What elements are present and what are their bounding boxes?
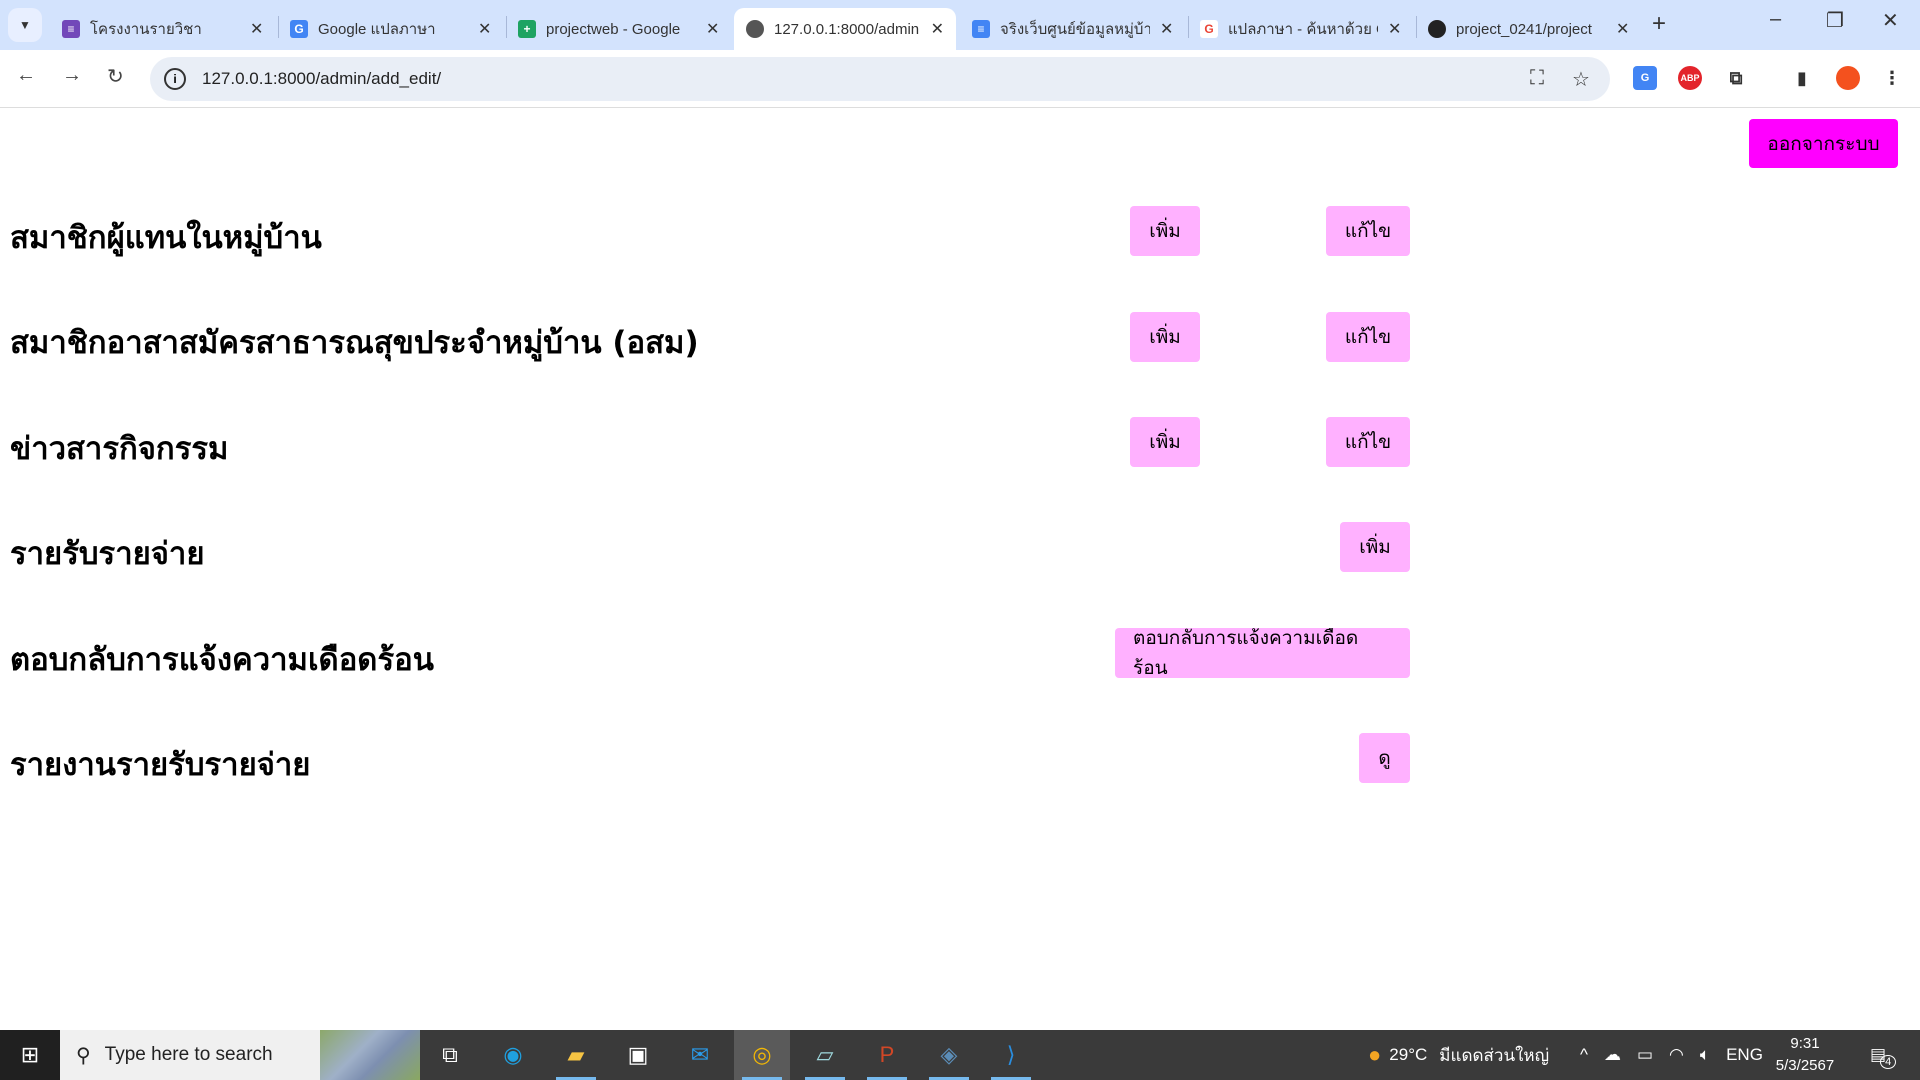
edit-news-button[interactable]: แก้ไข	[1326, 417, 1410, 467]
restore-button[interactable]: ❐	[1826, 8, 1844, 33]
search-highlight-image[interactable]	[320, 1030, 420, 1080]
translate-page-icon[interactable]: ⛶	[1530, 67, 1544, 90]
file-explorer-icon[interactable]: ▰	[548, 1030, 604, 1080]
search-icon: ⚲	[76, 1044, 91, 1067]
notification-center-button[interactable]: ▤ 4	[1870, 1030, 1897, 1080]
github-icon	[1428, 20, 1446, 38]
edit-volunteer-button[interactable]: แก้ไข	[1326, 312, 1410, 362]
input-language[interactable]: ENG	[1726, 1045, 1763, 1065]
close-icon[interactable]: ✕	[1388, 19, 1401, 39]
add-income-expense-button[interactable]: เพิ่ม	[1340, 522, 1410, 572]
section-title-income-expense-report: รายงานรายรับรายจ่าย	[10, 747, 311, 783]
google-translate-icon: G	[290, 20, 308, 38]
tab-label: โครงงานรายวิชา	[90, 21, 202, 38]
close-icon[interactable]: ✕	[931, 19, 944, 39]
notification-count: 4	[1880, 1055, 1897, 1069]
view-report-button[interactable]: ดู	[1359, 733, 1410, 783]
tab-village-info-docs[interactable]: ≡ จริงเว็บศูนย์ข้อมูลหมู่บ้าน ✕	[960, 8, 1185, 50]
section-title-income-expense: รายรับรายจ่าย	[10, 536, 205, 572]
profile-avatar[interactable]	[1836, 66, 1860, 90]
forward-button[interactable]: →	[62, 64, 82, 87]
google-sheets-icon: +	[518, 20, 536, 38]
chrome-icon[interactable]: ◎	[734, 1030, 790, 1080]
tab-github[interactable]: project_0241/project ✕	[1416, 8, 1641, 50]
battery-icon[interactable]: ▭	[1637, 1045, 1653, 1065]
add-volunteer-button[interactable]: เพิ่ม	[1130, 312, 1200, 362]
tab-label: Google แปลภาษา	[318, 21, 436, 38]
close-window-button[interactable]: ✕	[1882, 8, 1899, 33]
tab-label: จริงเว็บศูนย์ข้อมูลหมู่บ้าน	[1000, 21, 1150, 38]
side-panel-icon[interactable]: ▮	[1790, 66, 1814, 90]
logout-button[interactable]: ออกจากระบบ	[1749, 119, 1898, 168]
vscode-icon[interactable]: ⟩	[983, 1030, 1039, 1080]
google-docs-icon: ≡	[972, 20, 990, 38]
task-view-icon[interactable]: ⧉	[422, 1030, 478, 1080]
google-forms-icon: ≡	[62, 20, 80, 38]
weather-sun-cloud-icon: ●	[1368, 1042, 1382, 1067]
mysql-workbench-icon[interactable]: ◈	[921, 1030, 977, 1080]
tab-admin-active[interactable]: 127.0.0.1:8000/admin ✕	[734, 8, 956, 50]
menu-kebab-icon[interactable]: ⋮	[1880, 66, 1904, 90]
show-hidden-icons-chevron[interactable]: ^	[1580, 1045, 1588, 1065]
edit-representative-button[interactable]: แก้ไข	[1326, 206, 1410, 256]
tab-translate-search[interactable]: G แปลภาษา - ค้นหาด้วย G ✕	[1188, 8, 1413, 50]
clock-time: 9:31	[1790, 1035, 1820, 1052]
extensions-puzzle-icon[interactable]: ⧉	[1724, 66, 1748, 90]
tab-course-project[interactable]: ≡ โครงงานรายวิชา ✕	[50, 8, 275, 50]
close-icon[interactable]: ✕	[1160, 19, 1173, 39]
microsoft-store-icon[interactable]: ▣	[610, 1030, 666, 1080]
taskbar-search-box[interactable]: ⚲ Type here to search	[60, 1030, 320, 1080]
adblock-plus-icon[interactable]: ABP	[1678, 66, 1702, 90]
weather-widget[interactable]: ● 29°C มีแดดส่วนใหญ่	[1368, 1030, 1549, 1080]
add-news-button[interactable]: เพิ่ม	[1130, 417, 1200, 467]
new-tab-button[interactable]: +	[1652, 10, 1666, 38]
google-translate-extension-icon[interactable]: G	[1633, 66, 1657, 90]
taskbar-clock[interactable]: 9:31 5/3/2567	[1760, 1033, 1850, 1077]
address-bar[interactable]: i 127.0.0.1:8000/admin/add_edit/ ⛶ ☆	[150, 57, 1610, 101]
browser-toolbar: ← → ↻ i 127.0.0.1:8000/admin/add_edit/ ⛶…	[0, 50, 1920, 108]
tab-label: projectweb - Google	[546, 20, 681, 38]
tab-google-translate[interactable]: G Google แปลภาษา ✕	[278, 8, 503, 50]
back-button[interactable]: ←	[16, 64, 36, 87]
windows-taskbar: ⊞ ⚲ Type here to search ⧉ ◉ ▰ ▣ ✉ ◎ ▱ P …	[0, 1030, 1920, 1080]
mail-icon[interactable]: ✉	[672, 1030, 728, 1080]
edge-icon[interactable]: ◉	[485, 1030, 541, 1080]
search-placeholder: Type here to search	[104, 1044, 273, 1065]
section-title-complaint-reply: ตอบกลับการแจ้งความเดือดร้อน	[10, 642, 434, 678]
bookmark-star-icon[interactable]: ☆	[1572, 67, 1590, 92]
minimize-button[interactable]: –	[1770, 8, 1781, 31]
add-representative-button[interactable]: เพิ่ม	[1130, 206, 1200, 256]
tab-label: แปลภาษา - ค้นหาด้วย G	[1228, 21, 1378, 38]
tab-bar: ▼ ≡ โครงงานรายวิชา ✕ G Google แปลภาษา ✕ …	[0, 0, 1920, 50]
globe-icon	[746, 20, 764, 38]
tab-search-dropdown[interactable]: ▼	[8, 8, 42, 42]
notepad-icon[interactable]: ▱	[797, 1030, 853, 1080]
reply-complaint-button[interactable]: ตอบกลับการแจ้งความเดือดร้อน	[1115, 628, 1410, 679]
url-text[interactable]: 127.0.0.1:8000/admin/add_edit/	[202, 69, 441, 89]
site-info-icon[interactable]: i	[164, 68, 186, 90]
section-title-representatives: สมาชิกผู้แทนในหมู่บ้าน	[10, 220, 322, 256]
tab-label: 127.0.0.1:8000/admin	[774, 20, 920, 38]
close-icon[interactable]: ✕	[1616, 19, 1629, 39]
reload-button[interactable]: ↻	[107, 64, 124, 89]
windows-start-button[interactable]: ⊞	[0, 1030, 60, 1080]
close-icon[interactable]: ✕	[478, 19, 491, 39]
powerpoint-icon[interactable]: P	[859, 1030, 915, 1080]
section-title-health-volunteers: สมาชิกอาสาสมัครสาธารณสุขประจำหมู่บ้าน (อ…	[10, 325, 699, 361]
tab-projectweb-sheets[interactable]: + projectweb - Google ✕	[506, 8, 731, 50]
section-title-news: ข่าวสารกิจกรรม	[10, 431, 229, 467]
volume-icon[interactable]: 🔈︎	[1700, 1045, 1710, 1065]
weather-description: มีแดดส่วนใหญ่	[1439, 1045, 1550, 1065]
wifi-icon[interactable]: ◠	[1669, 1045, 1684, 1065]
clock-date: 5/3/2567	[1775, 1057, 1835, 1074]
weather-temp: 29°C	[1389, 1045, 1428, 1064]
google-icon: G	[1200, 20, 1218, 38]
onedrive-icon[interactable]: ☁	[1604, 1045, 1621, 1065]
tab-label: project_0241/project	[1456, 20, 1592, 38]
close-icon[interactable]: ✕	[250, 19, 263, 39]
close-icon[interactable]: ✕	[706, 19, 719, 39]
